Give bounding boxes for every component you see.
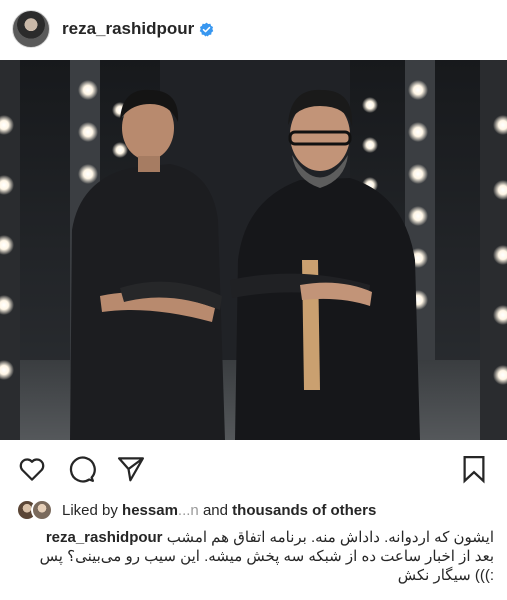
comment-icon[interactable]: [66, 454, 96, 484]
profile-avatar[interactable]: [12, 10, 50, 48]
liker-username[interactable]: hessam...n: [122, 502, 199, 519]
likes-others-link[interactable]: thousands of others: [232, 502, 376, 519]
post-username[interactable]: reza_rashidpour: [62, 19, 194, 39]
likes-connector: and: [202, 501, 228, 519]
caption-line: ایشون که اردوانه. داداش منه. برنامه اتفا…: [16, 528, 494, 547]
caption-text: ایشون که اردوانه. داداش منه. برنامه اتفا…: [166, 529, 494, 546]
post-actions-bar: [0, 446, 507, 490]
likes-summary[interactable]: Liked by hessam...n and thousands of oth…: [16, 497, 376, 523]
post-header: reza_rashidpour: [0, 0, 507, 58]
caption-line: :))) سیگار نکش: [397, 567, 494, 584]
liker-avatar: [31, 499, 53, 521]
liker-avatars: [16, 498, 56, 522]
paper-plane-icon[interactable]: [116, 454, 146, 484]
bookmark-icon[interactable]: [459, 454, 489, 484]
caption-username[interactable]: reza_rashidpour: [46, 529, 163, 546]
post-photo[interactable]: [0, 60, 507, 440]
liked-by-label: Liked by: [62, 501, 118, 519]
heart-icon[interactable]: [17, 454, 47, 484]
caption-line: بعد از اخبار ساعت ده از شبکه سه پخش میشه…: [39, 548, 494, 565]
post-caption: ایشون که اردوانه. داداش منه. برنامه اتفا…: [16, 528, 494, 585]
verified-badge-icon: [200, 22, 214, 36]
post-image: [0, 60, 507, 440]
